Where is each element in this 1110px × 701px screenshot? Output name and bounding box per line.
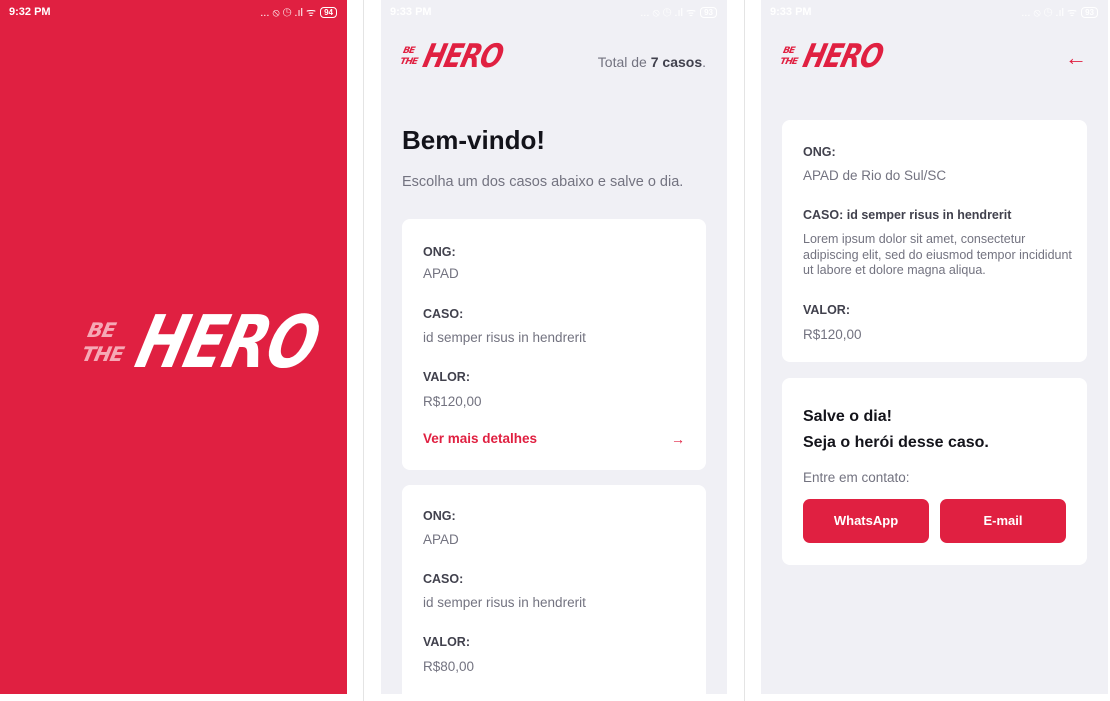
splash-logo: BE THE HERO bbox=[78, 299, 327, 392]
contact-label: Entre em contato: bbox=[803, 470, 910, 485]
panel-divider bbox=[363, 0, 364, 701]
incident-card: ONG: APAD CASO: id semper risus in hendr… bbox=[402, 219, 706, 470]
status-icons: ... ⦸ ◷ .ıl ᯤ 93 bbox=[640, 5, 717, 20]
status-indicator-icons: ... ⦸ ◷ .ıl ᯤ bbox=[640, 7, 697, 19]
status-bar: 9:33 PM ... ⦸ ◷ .ıl ᯤ 93 bbox=[761, 0, 1108, 24]
logo-hero-text: HERO bbox=[419, 38, 507, 76]
whatsapp-button[interactable]: WhatsApp bbox=[803, 499, 929, 543]
ong-label: ONG: bbox=[423, 509, 456, 523]
hero-title: Salve o dia! Seja o herói desse caso. bbox=[803, 404, 1073, 456]
ong-label: ONG: bbox=[423, 245, 456, 259]
ong-value: APAD bbox=[423, 532, 459, 547]
ong-label: ONG: bbox=[803, 145, 836, 159]
logo-the-text: THE bbox=[399, 57, 418, 67]
status-icons: ... ⦸ ◷ .ıl ᯤ 93 bbox=[1021, 5, 1098, 20]
incidents-screen: 9:33 PM ... ⦸ ◷ .ıl ᯤ 93 BE THE HERO Tot… bbox=[381, 0, 727, 694]
incident-card: ONG: APAD CASO: id semper risus in hendr… bbox=[402, 485, 706, 694]
value-amount: R$120,00 bbox=[803, 327, 862, 342]
value-amount: R$80,00 bbox=[423, 659, 475, 674]
status-time: 9:33 PM bbox=[390, 6, 432, 18]
case-value: id semper risus in hendrerit bbox=[423, 330, 586, 345]
incident-detail-card: ONG: APAD de Rio do Sul/SC CASO: id semp… bbox=[782, 120, 1087, 362]
detail-screen: 9:33 PM ... ⦸ ◷ .ıl ᯤ 93 BE THE HERO ← O… bbox=[761, 0, 1108, 694]
case-label: CASO: bbox=[423, 307, 464, 321]
status-bar: 9:32 PM ... ⦸ ◷ .ıl ᯤ 94 bbox=[0, 0, 347, 24]
logo-be-text: BE bbox=[782, 46, 796, 56]
ong-value: APAD bbox=[423, 266, 459, 281]
panel-divider bbox=[744, 0, 745, 701]
ong-value: APAD de Rio do Sul/SC bbox=[803, 168, 947, 183]
status-bar: 9:33 PM ... ⦸ ◷ .ıl ᯤ 93 bbox=[381, 0, 727, 24]
value-label: VALOR: bbox=[803, 303, 850, 317]
email-button[interactable]: E-mail bbox=[940, 499, 1066, 543]
page-subtitle: Escolha um dos casos abaixo e salve o di… bbox=[402, 174, 684, 190]
arrow-left-icon[interactable]: ← bbox=[1064, 46, 1088, 70]
status-time: 9:33 PM bbox=[770, 6, 812, 18]
contact-box: Salve o dia! Seja o herói desse caso. En… bbox=[782, 378, 1087, 565]
case-label: CASO: bbox=[423, 572, 464, 586]
see-details-label: Ver mais detalhes bbox=[423, 431, 538, 446]
header-logo: BE THE HERO bbox=[398, 38, 506, 84]
status-indicator-icons: ... ⦸ ◷ .ıl ᯤ bbox=[1021, 7, 1078, 19]
total-suffix: . bbox=[702, 54, 706, 70]
logo-the-text: THE bbox=[79, 342, 126, 366]
splash-screen: 9:32 PM ... ⦸ ◷ .ıl ᯤ 94 BE THE HERO bbox=[0, 0, 347, 694]
total-cases: Total de 7 casos. bbox=[598, 54, 706, 70]
logo-the-text: THE bbox=[779, 57, 798, 67]
hero-title-line1: Salve o dia! bbox=[803, 408, 892, 425]
logo-hero-text: HERO bbox=[128, 299, 328, 385]
value-label: VALOR: bbox=[423, 635, 470, 649]
battery-icon: 94 bbox=[320, 7, 337, 18]
value-label: VALOR: bbox=[423, 370, 470, 384]
total-prefix: Total de bbox=[597, 54, 651, 70]
arrow-right-icon: → bbox=[671, 431, 685, 447]
status-icons: ... ⦸ ◷ .ıl ᯤ 94 bbox=[260, 5, 337, 20]
logo-hero-text: HERO bbox=[799, 38, 887, 76]
header-logo: BE THE HERO bbox=[778, 38, 886, 84]
total-count: 7 casos bbox=[650, 54, 703, 70]
battery-icon: 93 bbox=[1081, 7, 1098, 18]
logo-be-text: BE bbox=[85, 318, 118, 342]
value-amount: R$120,00 bbox=[423, 394, 482, 409]
case-label: CASO: id semper risus in hendrerit bbox=[803, 208, 1012, 222]
case-description: Lorem ipsum dolor sit amet, consectetur … bbox=[803, 232, 1072, 278]
hero-title-line2: Seja o herói desse caso. bbox=[803, 434, 989, 451]
logo-be-text: BE bbox=[402, 46, 416, 56]
battery-icon: 93 bbox=[700, 7, 717, 18]
case-value: id semper risus in hendrerit bbox=[423, 595, 586, 610]
see-details-button[interactable]: Ver mais detalhes → bbox=[423, 431, 685, 451]
page-title: Bem-vindo! bbox=[402, 125, 545, 155]
status-time: 9:32 PM bbox=[9, 6, 51, 18]
status-indicator-icons: ... ⦸ ◷ .ıl ᯤ bbox=[260, 7, 317, 19]
